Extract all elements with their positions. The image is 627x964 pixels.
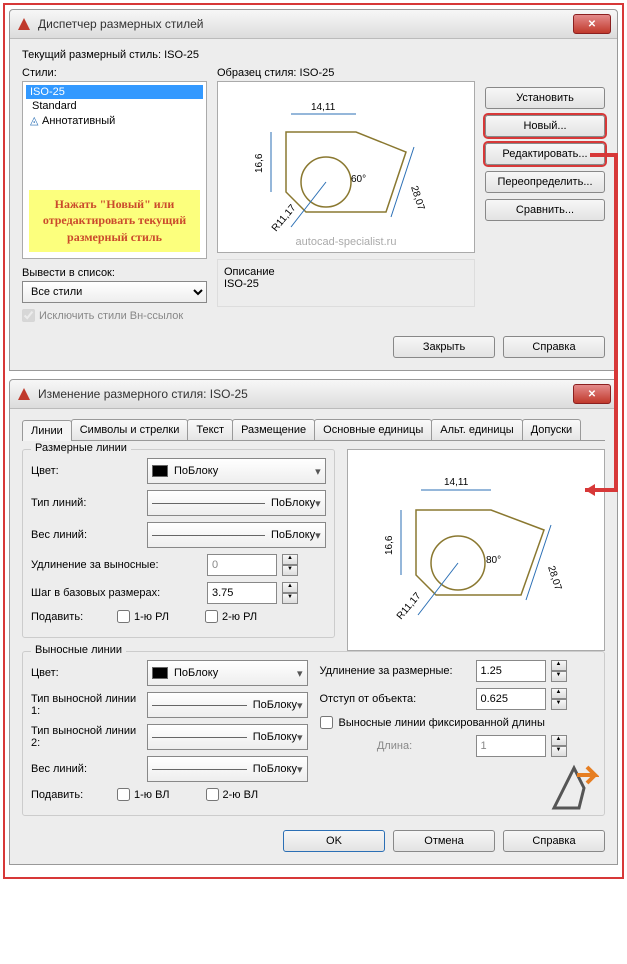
tab-lines[interactable]: Линии: [22, 420, 72, 441]
modify-dimension-style-window: Изменение размерного стиля: ISO-25 ✕ Лин…: [9, 379, 618, 865]
sample-label: Образец стиля: ISO-25: [217, 67, 475, 79]
help-button[interactable]: Справка: [503, 830, 605, 852]
list-item[interactable]: ISO-25: [26, 85, 203, 99]
dimension-lines-group: Размерные линии Цвет: ПоБлоку▾ Тип линий…: [22, 449, 335, 638]
current-style-label: Текущий размерный стиль: ISO-25: [22, 49, 605, 61]
tab-text[interactable]: Текст: [187, 419, 233, 440]
modify-button[interactable]: Редактировать...: [485, 143, 605, 165]
dimline-lweight-select[interactable]: ПоБлоку▾: [147, 522, 326, 548]
override-button[interactable]: Переопределить...: [485, 171, 605, 193]
svg-text:14,11: 14,11: [444, 477, 469, 488]
dimline-ltype-select[interactable]: ПоБлоку▾: [147, 490, 326, 516]
spinner-down[interactable]: ▼: [282, 593, 298, 604]
list-filter-select[interactable]: Все стили: [22, 281, 207, 303]
suppress-dl2-checkbox[interactable]: 2-ю РЛ: [205, 610, 257, 623]
window-title: Изменение размерного стиля: ISO-25: [38, 387, 573, 401]
svg-text:16,6: 16,6: [254, 153, 265, 173]
svg-text:16,6: 16,6: [384, 535, 395, 555]
tab-alternate[interactable]: Альт. единицы: [431, 419, 522, 440]
extline1-ltype-select[interactable]: ПоБлоку▾: [147, 692, 308, 718]
help-button[interactable]: Справка: [503, 336, 605, 358]
description-box: Описание ISO-25: [217, 259, 475, 307]
spinner-up[interactable]: ▲: [551, 688, 567, 699]
extline2-ltype-select[interactable]: ПоБлоку▾: [147, 724, 308, 750]
chevron-down-icon: ▾: [315, 529, 321, 542]
spinner-down[interactable]: ▼: [551, 671, 567, 682]
annotative-icon: ◬: [30, 114, 42, 127]
svg-text:R11,17: R11,17: [270, 202, 299, 234]
titlebar: Диспетчер размерных стилей ✕: [10, 10, 617, 39]
dimline-color-select[interactable]: ПоБлоку▾: [147, 458, 326, 484]
spinner-down[interactable]: ▼: [551, 699, 567, 710]
autocad-app-icon: [16, 386, 32, 402]
new-button[interactable]: Новый...: [485, 115, 605, 137]
close-button[interactable]: Закрыть: [393, 336, 495, 358]
chevron-down-icon: ▾: [315, 497, 321, 510]
extline-color-select[interactable]: ПоБлоку▾: [147, 660, 308, 686]
offset-origin-input[interactable]: [476, 688, 546, 710]
extend-beyond-dl-input[interactable]: [476, 660, 546, 682]
tab-row: Линии Символы и стрелки Текст Размещение…: [22, 419, 605, 441]
spinner-up[interactable]: ▲: [551, 660, 567, 671]
svg-text:80°: 80°: [486, 555, 501, 566]
autocad-app-icon: [16, 16, 32, 32]
ok-button[interactable]: OK: [283, 830, 385, 852]
tab-fit[interactable]: Размещение: [232, 419, 315, 440]
dimension-style-manager-window: Диспетчер размерных стилей ✕ Текущий раз…: [9, 9, 618, 371]
spinner-up[interactable]: ▲: [282, 554, 298, 565]
suppress-el1-checkbox[interactable]: 1-ю ВЛ: [117, 788, 170, 801]
suppress-dl1-checkbox[interactable]: 1-ю РЛ: [117, 610, 169, 623]
fixed-length-checkbox[interactable]: Выносные линии фиксированной длины: [320, 716, 597, 729]
close-icon[interactable]: ✕: [573, 14, 611, 34]
cancel-button[interactable]: Отмена: [393, 830, 495, 852]
watermark-text: autocad-specialist.ru: [218, 236, 474, 248]
extension-lines-group: Выносные линии Цвет: ПоБлоку▾ Тип выносн…: [22, 651, 605, 816]
styles-label: Стили:: [22, 67, 207, 79]
chevron-down-icon: ▾: [297, 731, 303, 744]
chevron-down-icon: ▾: [297, 699, 303, 712]
tab-primary[interactable]: Основные единицы: [314, 419, 432, 440]
exclude-xref-checkbox[interactable]: Исключить стили Вн-ссылок: [22, 309, 207, 322]
style-preview: 14,11 16,6 28,07 R11,17 60° autocad-spec…: [217, 81, 475, 253]
style-preview: 14,11 16,6 28,07 R11,17 80°: [347, 449, 605, 651]
suppress-el2-checkbox[interactable]: 2-ю ВЛ: [206, 788, 259, 801]
svg-text:28,07: 28,07: [545, 565, 563, 593]
styles-listbox[interactable]: ISO-25 Standard ◬Аннотативный Нажать "Но…: [22, 81, 207, 259]
close-icon[interactable]: ✕: [573, 384, 611, 404]
tab-tolerances[interactable]: Допуски: [522, 419, 581, 440]
compare-button[interactable]: Сравнить...: [485, 199, 605, 221]
svg-text:R11,17: R11,17: [395, 590, 424, 622]
spinner-down[interactable]: ▼: [551, 746, 567, 757]
list-item[interactable]: ◬Аннотативный: [26, 113, 203, 128]
chevron-down-icon: ▾: [297, 667, 303, 680]
svg-text:60°: 60°: [351, 174, 366, 185]
extline-lweight-select[interactable]: ПоБлоку▾: [147, 756, 308, 782]
tab-symbols[interactable]: Символы и стрелки: [71, 419, 189, 440]
titlebar: Изменение размерного стиля: ISO-25 ✕: [10, 380, 617, 409]
svg-text:28,07: 28,07: [408, 185, 426, 213]
list-select-label: Вывести в список:: [22, 267, 207, 279]
baseline-spacing-input[interactable]: [207, 582, 277, 604]
spinner-down[interactable]: ▼: [282, 565, 298, 576]
spinner-up[interactable]: ▲: [282, 582, 298, 593]
fixed-length-input: [476, 735, 546, 757]
spinner-up[interactable]: ▲: [551, 735, 567, 746]
chevron-down-icon: ▾: [297, 763, 303, 776]
extend-beyond-input: [207, 554, 277, 576]
set-current-button[interactable]: Установить: [485, 87, 605, 109]
chevron-down-icon: ▾: [315, 465, 321, 478]
brand-logo-icon: [549, 763, 599, 816]
svg-text:14,11: 14,11: [311, 102, 336, 113]
hint-overlay: Нажать "Новый" или отредактировать текущ…: [29, 190, 200, 252]
window-title: Диспетчер размерных стилей: [38, 17, 573, 31]
list-item[interactable]: Standard: [26, 99, 203, 113]
